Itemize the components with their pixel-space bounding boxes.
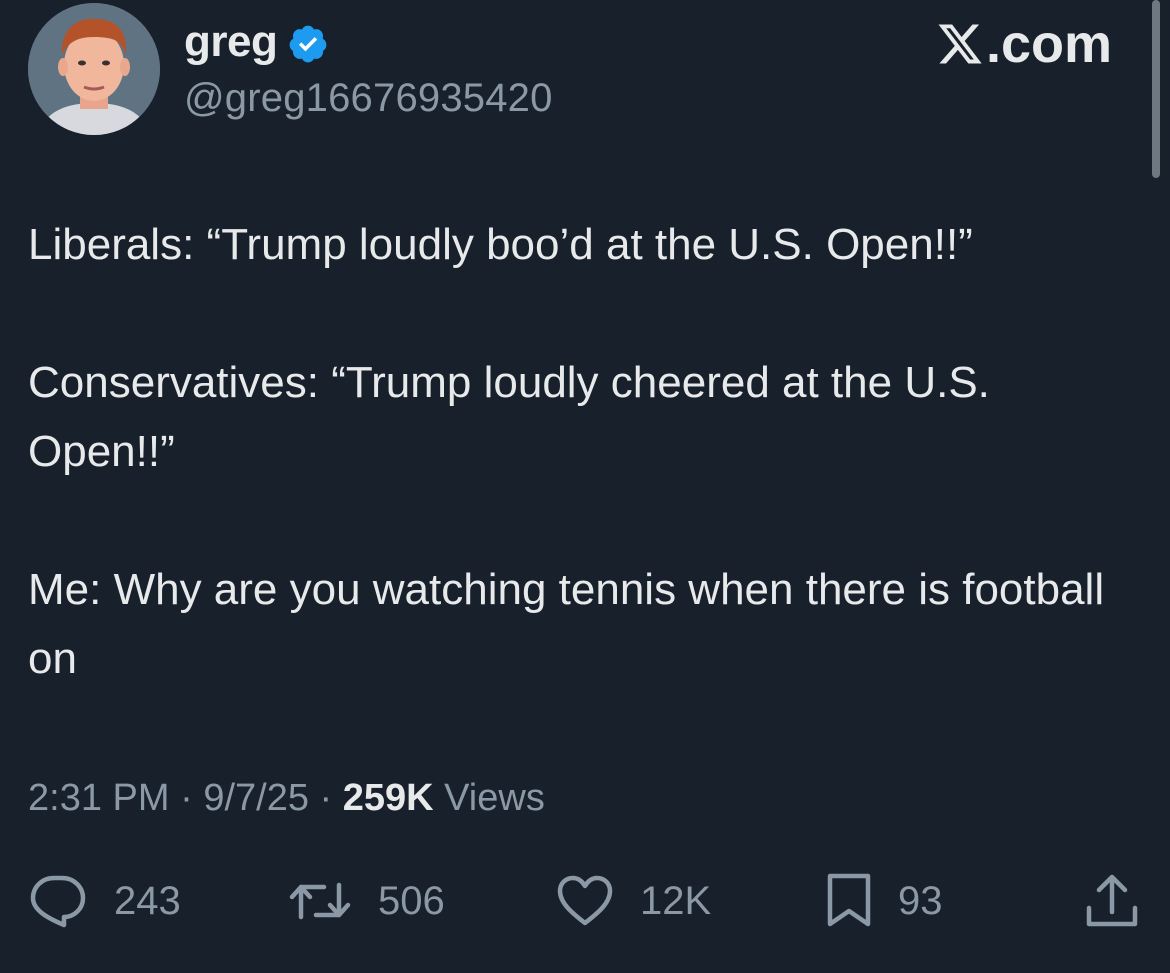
avatar[interactable] bbox=[28, 3, 160, 135]
bookmark-button[interactable]: 93 bbox=[826, 866, 943, 936]
bookmark-icon bbox=[826, 872, 872, 930]
author-name-row[interactable]: greg bbox=[184, 14, 329, 70]
repost-count: 506 bbox=[378, 878, 445, 923]
reply-count: 243 bbox=[114, 878, 181, 923]
like-button[interactable]: 12K bbox=[556, 866, 711, 936]
reply-button[interactable]: 243 bbox=[28, 866, 181, 936]
x-logo-icon bbox=[936, 20, 984, 68]
scrollbar[interactable] bbox=[1152, 0, 1160, 178]
display-name[interactable]: greg bbox=[184, 20, 278, 64]
tweet-paragraph: Liberals: “Trump loudly boo’d at the U.S… bbox=[28, 220, 973, 269]
bookmark-count: 93 bbox=[898, 878, 943, 923]
like-icon bbox=[556, 874, 614, 928]
repost-icon bbox=[288, 873, 352, 929]
timestamp-date[interactable]: 9/7/25 bbox=[203, 777, 309, 819]
meta-separator: · bbox=[169, 777, 204, 819]
site-logo: .com bbox=[936, 14, 1112, 74]
author-handle[interactable]: @greg16676935420 bbox=[184, 74, 553, 122]
tweet-text: Liberals: “Trump loudly boo’d at the U.S… bbox=[28, 210, 1128, 693]
site-logo-text: .com bbox=[985, 14, 1112, 74]
meta-separator: · bbox=[308, 777, 343, 819]
tweet-paragraph: Me: Why are you watching tennis when the… bbox=[28, 565, 1117, 683]
tweet-card: greg @greg16676935420 .com Liberals: “Tr… bbox=[0, 0, 1170, 973]
action-bar: 243 506 12K 93 bbox=[0, 866, 1170, 936]
verified-badge-icon[interactable] bbox=[287, 23, 329, 65]
repost-button[interactable]: 506 bbox=[288, 866, 445, 936]
views-count[interactable]: 259K bbox=[343, 777, 434, 819]
share-icon bbox=[1084, 872, 1140, 930]
views-label[interactable]: Views bbox=[434, 777, 545, 819]
reply-icon bbox=[28, 873, 88, 929]
tweet-meta: 2:31 PM · 9/7/25 · 259K Views bbox=[28, 770, 545, 826]
timestamp-time[interactable]: 2:31 PM bbox=[28, 777, 170, 819]
like-count: 12K bbox=[640, 878, 712, 923]
tweet-paragraph: Conservatives: “Trump loudly cheered at … bbox=[28, 358, 1003, 476]
share-button[interactable] bbox=[1084, 866, 1140, 936]
